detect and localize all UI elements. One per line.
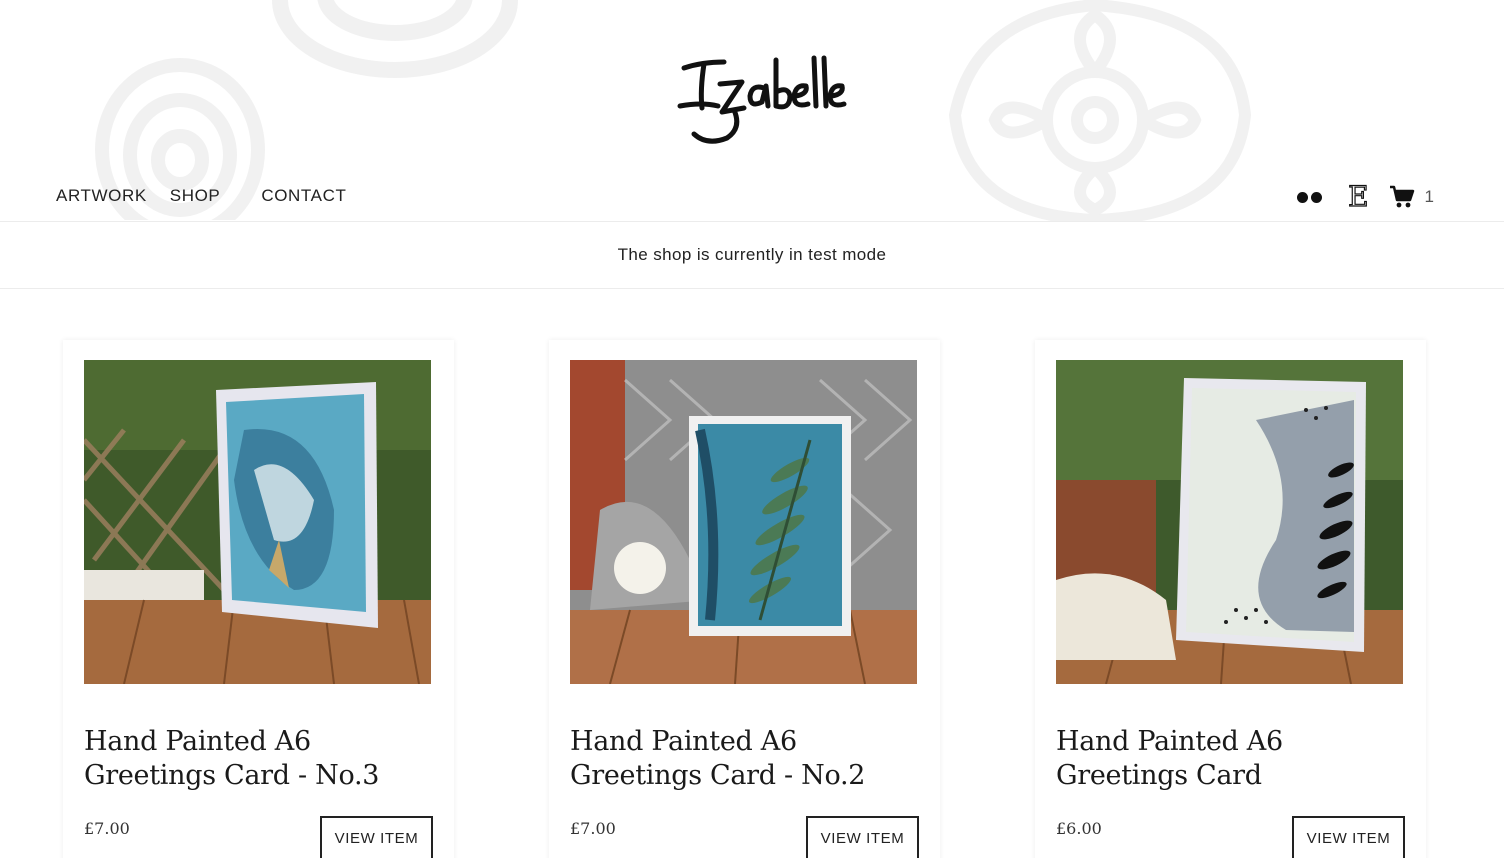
site-header: ARTWORK SHOP CONTACT E 1 (0, 0, 1504, 222)
product-card: Hand Painted A6 Greetings Card - No.2 £7… (549, 340, 940, 858)
product-image[interactable] (570, 360, 917, 684)
product-price: £7.00 (570, 819, 616, 838)
main-nav: ARTWORK SHOP CONTACT (56, 186, 346, 206)
cart-count: 1 (1424, 187, 1434, 206)
product-image[interactable] (84, 360, 431, 684)
test-mode-notice: The shop is currently in test mode (0, 222, 1504, 289)
nav-item-shop[interactable]: SHOP (170, 186, 221, 206)
view-item-button[interactable]: VIEW ITEM (1292, 816, 1405, 858)
view-item-button[interactable]: VIEW ITEM (806, 816, 919, 858)
product-image[interactable] (1056, 360, 1403, 684)
site-logo[interactable] (672, 50, 852, 150)
decorative-pattern (272, 0, 518, 78)
cart-button[interactable]: 1 (1389, 185, 1434, 209)
product-card: Hand Painted A6 Greetings Card £6.00 VIE… (1035, 340, 1426, 858)
decorative-pattern (948, 0, 1252, 221)
nav-item-contact[interactable]: CONTACT (261, 186, 346, 206)
product-title[interactable]: Hand Painted A6 Greetings Card - No.3 (84, 725, 433, 793)
header-icons: E 1 (1297, 182, 1434, 211)
flickr-icon[interactable] (1297, 191, 1323, 203)
cart-icon (1389, 185, 1414, 208)
product-title[interactable]: Hand Painted A6 Greetings Card (1056, 725, 1405, 793)
product-price: £7.00 (84, 819, 130, 838)
notice-text: The shop is currently in test mode (617, 245, 887, 264)
product-price: £6.00 (1056, 819, 1102, 838)
etsy-icon[interactable]: E (1347, 182, 1369, 211)
product-title[interactable]: Hand Painted A6 Greetings Card - No.2 (570, 725, 919, 793)
view-item-button[interactable]: VIEW ITEM (320, 816, 433, 858)
nav-item-artwork[interactable]: ARTWORK (56, 186, 147, 206)
product-card: Hand Painted A6 Greetings Card - No.3 £7… (63, 340, 454, 858)
